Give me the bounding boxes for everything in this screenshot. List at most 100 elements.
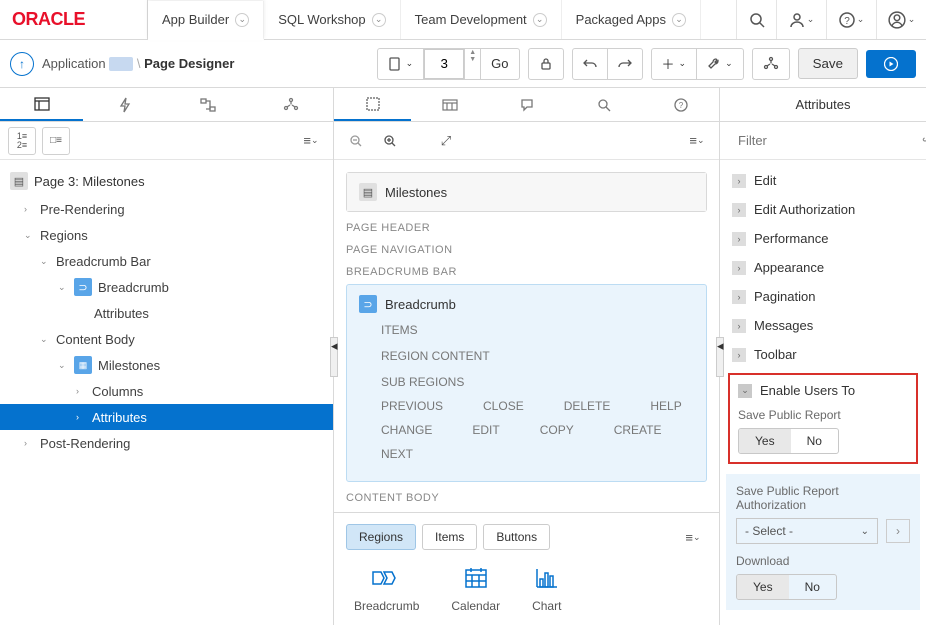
tree-label: Pre-Rendering: [40, 202, 125, 217]
attr-group-edit-auth[interactable]: ›Edit Authorization: [726, 195, 920, 224]
undo-icon[interactable]: [573, 49, 608, 79]
tree-label: Page 3: Milestones: [34, 174, 145, 189]
nav-team-development[interactable]: Team Development ⌄: [401, 0, 562, 39]
help-icon[interactable]: ?⌄: [826, 0, 876, 39]
zoom-out-icon[interactable]: [342, 127, 370, 155]
attr-group-pagination[interactable]: ›Pagination: [726, 282, 920, 311]
attr-label: Pagination: [754, 289, 815, 304]
save-public-report-toggle[interactable]: Yes No: [738, 428, 839, 454]
shared-tab[interactable]: [250, 88, 333, 121]
attr-group-edit[interactable]: ›Edit: [726, 166, 920, 195]
left-splitter[interactable]: ◂: [330, 337, 338, 377]
utilities-icon[interactable]: ⌄: [697, 49, 743, 79]
attr-group-enable-users-to[interactable]: ⌄ Enable Users To: [738, 383, 908, 398]
page-selector[interactable]: ⌄ ▲▼ Go: [377, 48, 520, 80]
user-icon[interactable]: ⌄: [876, 0, 926, 39]
filter-input[interactable]: [738, 133, 914, 148]
gallery-menu-icon[interactable]: ≡ ⌄: [679, 523, 707, 551]
yes-option[interactable]: Yes: [739, 429, 791, 453]
nav-label: Team Development: [415, 12, 527, 27]
help-tab[interactable]: ?: [642, 88, 719, 121]
gallery-items-tab[interactable]: Items: [422, 524, 477, 550]
layout-tab[interactable]: [334, 88, 411, 121]
gallery-buttons-tab[interactable]: Buttons: [483, 524, 550, 550]
nav-sql-workshop[interactable]: SQL Workshop ⌄: [264, 0, 400, 39]
nav-label: SQL Workshop: [278, 12, 365, 27]
no-option[interactable]: No: [789, 575, 836, 599]
gallery-regions-tab[interactable]: Regions: [346, 524, 416, 550]
tree-regions[interactable]: ⌄Regions: [0, 222, 333, 248]
attributes-header: Attributes: [720, 88, 926, 122]
tree-breadcrumb[interactable]: ⌄⊃Breadcrumb: [0, 274, 333, 300]
slot-previous: PREVIOUS: [381, 399, 443, 413]
attr-group-performance[interactable]: ›Performance: [726, 224, 920, 253]
page-number-input[interactable]: [424, 49, 464, 79]
slot-help: HELP: [650, 399, 681, 413]
save-button[interactable]: Save: [798, 48, 858, 79]
attr-group-appearance[interactable]: ›Appearance: [726, 253, 920, 282]
breadcrumb-app[interactable]: Application: [42, 56, 106, 71]
field-download: Download: [736, 554, 910, 568]
sort-component-icon[interactable]: □≡: [42, 127, 70, 155]
right-splitter[interactable]: ◂: [716, 337, 724, 377]
create-icon[interactable]: ＋⌄: [652, 49, 698, 79]
up-icon[interactable]: ↑: [10, 52, 34, 76]
search-icon[interactable]: [736, 0, 776, 39]
redo-icon[interactable]: [608, 49, 642, 79]
gallery-chart[interactable]: Chart: [532, 565, 561, 613]
auth-select[interactable]: - Select - ⌄: [736, 518, 878, 544]
region-label: Milestones: [385, 185, 447, 200]
select-value: - Select -: [745, 524, 793, 538]
nav-app-builder[interactable]: App Builder ⌄: [148, 1, 264, 40]
tree-label: Milestones: [98, 358, 160, 373]
region-milestones-header[interactable]: ▤ Milestones: [347, 173, 706, 211]
page-finder-icon[interactable]: ⌄: [378, 49, 425, 79]
gallery-calendar[interactable]: Calendar: [451, 565, 500, 613]
tree-pre-rendering[interactable]: ›Pre-Rendering: [0, 196, 333, 222]
yes-option[interactable]: Yes: [737, 575, 789, 599]
slot-create: CREATE: [614, 423, 662, 437]
section-breadcrumb-bar: BREADCRUMB BAR: [346, 266, 707, 278]
lock-icon[interactable]: [529, 49, 563, 79]
breadcrumb-region[interactable]: ⊃ Breadcrumb ITEMS REGION CONTENT SUB RE…: [346, 284, 707, 482]
zoom-in-icon[interactable]: [376, 127, 404, 155]
tree-breadcrumb-bar[interactable]: ⌄Breadcrumb Bar: [0, 248, 333, 274]
dynamic-actions-tab[interactable]: [83, 88, 166, 121]
svg-text:?: ?: [844, 16, 850, 27]
messages-tab[interactable]: [488, 88, 565, 121]
shared-components-icon[interactable]: [753, 49, 789, 79]
nav-packaged-apps[interactable]: Packaged Apps ⌄: [562, 0, 701, 39]
field-save-public-auth: Save Public Report Authorization: [736, 484, 910, 512]
tree-page-node[interactable]: ▤ Page 3: Milestones: [0, 166, 333, 196]
filter-menu-icon[interactable]: ↪⌄: [922, 133, 926, 149]
go-to-icon[interactable]: ›: [886, 519, 910, 543]
breadcrumb-icon: ⊃: [359, 295, 377, 313]
layout-menu-icon[interactable]: ≡ ⌄: [683, 127, 711, 155]
gallery-breadcrumb[interactable]: Breadcrumb: [354, 565, 419, 613]
tree-milestones[interactable]: ⌄▦Milestones: [0, 352, 333, 378]
no-option[interactable]: No: [791, 429, 838, 453]
sort-processing-icon[interactable]: 1≡2≡: [8, 127, 36, 155]
run-button[interactable]: [866, 50, 916, 78]
tree-menu-icon[interactable]: ≡ ⌄: [297, 127, 325, 155]
page-stepper[interactable]: ▲▼: [465, 49, 481, 79]
tree-attributes-milestones[interactable]: ›Attributes: [0, 404, 333, 430]
oracle-logo: ORACLE: [0, 0, 148, 39]
admin-icon[interactable]: ⌄: [776, 0, 826, 39]
rendering-tab[interactable]: [0, 88, 83, 121]
download-toggle[interactable]: Yes No: [736, 574, 837, 600]
tree-content-body[interactable]: ⌄Content Body: [0, 326, 333, 352]
attr-label: Appearance: [754, 260, 824, 275]
tree-columns[interactable]: ›Columns: [0, 378, 333, 404]
tree-post-rendering[interactable]: ›Post-Rendering: [0, 430, 333, 456]
go-button[interactable]: Go: [481, 49, 518, 79]
component-view-tab[interactable]: [411, 88, 488, 121]
expand-icon[interactable]: ⤢: [432, 127, 460, 155]
tree-attributes-bc[interactable]: Attributes: [0, 300, 333, 326]
attr-group-toolbar[interactable]: ›Toolbar: [726, 340, 920, 369]
slot-items: ITEMS: [381, 323, 694, 337]
attr-group-messages[interactable]: ›Messages: [726, 311, 920, 340]
processing-tab[interactable]: [167, 88, 250, 121]
page-search-tab[interactable]: [565, 88, 642, 121]
grid-icon: ▦: [74, 356, 92, 374]
